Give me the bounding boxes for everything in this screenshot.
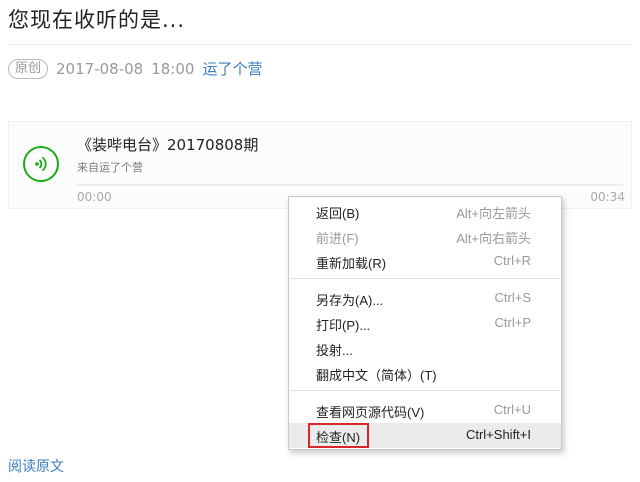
audio-source: 来自运了个营 bbox=[77, 161, 143, 174]
audio-title: 《装哔电台》20170808期 bbox=[77, 136, 259, 154]
article-meta: 原创 2017-08-08 18:00 运了个营 bbox=[8, 58, 262, 79]
menu-item-label: 重新加载(R) bbox=[316, 256, 387, 271]
menu-item-shortcut: Ctrl+U bbox=[493, 402, 531, 417]
menu-item-label: 查看网页源代码(V) bbox=[316, 405, 425, 420]
context-menu: 返回(B) Alt+向左箭头 前进(F) Alt+向右箭头 重新加载(R) Ct… bbox=[288, 196, 562, 450]
menu-item-view-source[interactable]: 查看网页源代码(V) Ctrl+U bbox=[289, 398, 561, 423]
menu-item-shortcut: Ctrl+Shift+I bbox=[465, 427, 531, 442]
menu-item-back[interactable]: 返回(B) Alt+向左箭头 bbox=[289, 199, 561, 224]
article-title: 您现在收听的是... bbox=[8, 8, 186, 32]
menu-item-cast[interactable]: 投射... bbox=[289, 336, 561, 361]
original-badge: 原创 bbox=[8, 58, 49, 79]
menu-item-shortcut: Alt+向左箭头 bbox=[456, 206, 531, 221]
menu-item-reload[interactable]: 重新加载(R) Ctrl+R bbox=[289, 249, 561, 274]
account-link[interactable]: 运了个营 bbox=[202, 58, 262, 79]
menu-item-label: 另存为(A)... bbox=[316, 293, 384, 308]
menu-item-label: 返回(B) bbox=[316, 206, 360, 221]
menu-item-print[interactable]: 打印(P)... Ctrl+P bbox=[289, 311, 561, 336]
title-divider bbox=[8, 44, 632, 45]
current-time: 00:00 bbox=[77, 190, 112, 204]
menu-item-label: 投射... bbox=[316, 343, 353, 358]
menu-item-save-as[interactable]: 另存为(A)... Ctrl+S bbox=[289, 286, 561, 311]
menu-item-label: 翻成中文（简体）(T) bbox=[316, 368, 437, 383]
menu-item-label: 前进(F) bbox=[316, 231, 359, 246]
duration: 00:34 bbox=[590, 190, 625, 204]
audio-progress-bar[interactable] bbox=[77, 184, 623, 186]
publish-time: 18:00 bbox=[151, 59, 195, 78]
menu-item-forward[interactable]: 前进(F) Alt+向右箭头 bbox=[289, 224, 561, 249]
menu-item-translate[interactable]: 翻成中文（简体）(T) bbox=[289, 361, 561, 386]
menu-separator bbox=[290, 278, 560, 279]
read-original-link[interactable]: 阅读原文 bbox=[8, 456, 64, 476]
menu-item-shortcut: Ctrl+R bbox=[493, 253, 531, 268]
menu-item-label: 检查(N) bbox=[316, 430, 361, 445]
menu-item-shortcut: Ctrl+S bbox=[494, 290, 531, 305]
menu-item-inspect[interactable]: 检查(N) Ctrl+Shift+I bbox=[289, 423, 561, 448]
audio-wave-icon bbox=[35, 157, 47, 171]
menu-item-shortcut: Ctrl+P bbox=[494, 315, 531, 330]
publish-date: 2017-08-08 bbox=[56, 59, 144, 78]
menu-separator bbox=[290, 390, 560, 391]
play-button[interactable] bbox=[23, 146, 59, 182]
menu-item-shortcut: Alt+向右箭头 bbox=[456, 231, 531, 246]
menu-item-label: 打印(P)... bbox=[316, 318, 371, 333]
